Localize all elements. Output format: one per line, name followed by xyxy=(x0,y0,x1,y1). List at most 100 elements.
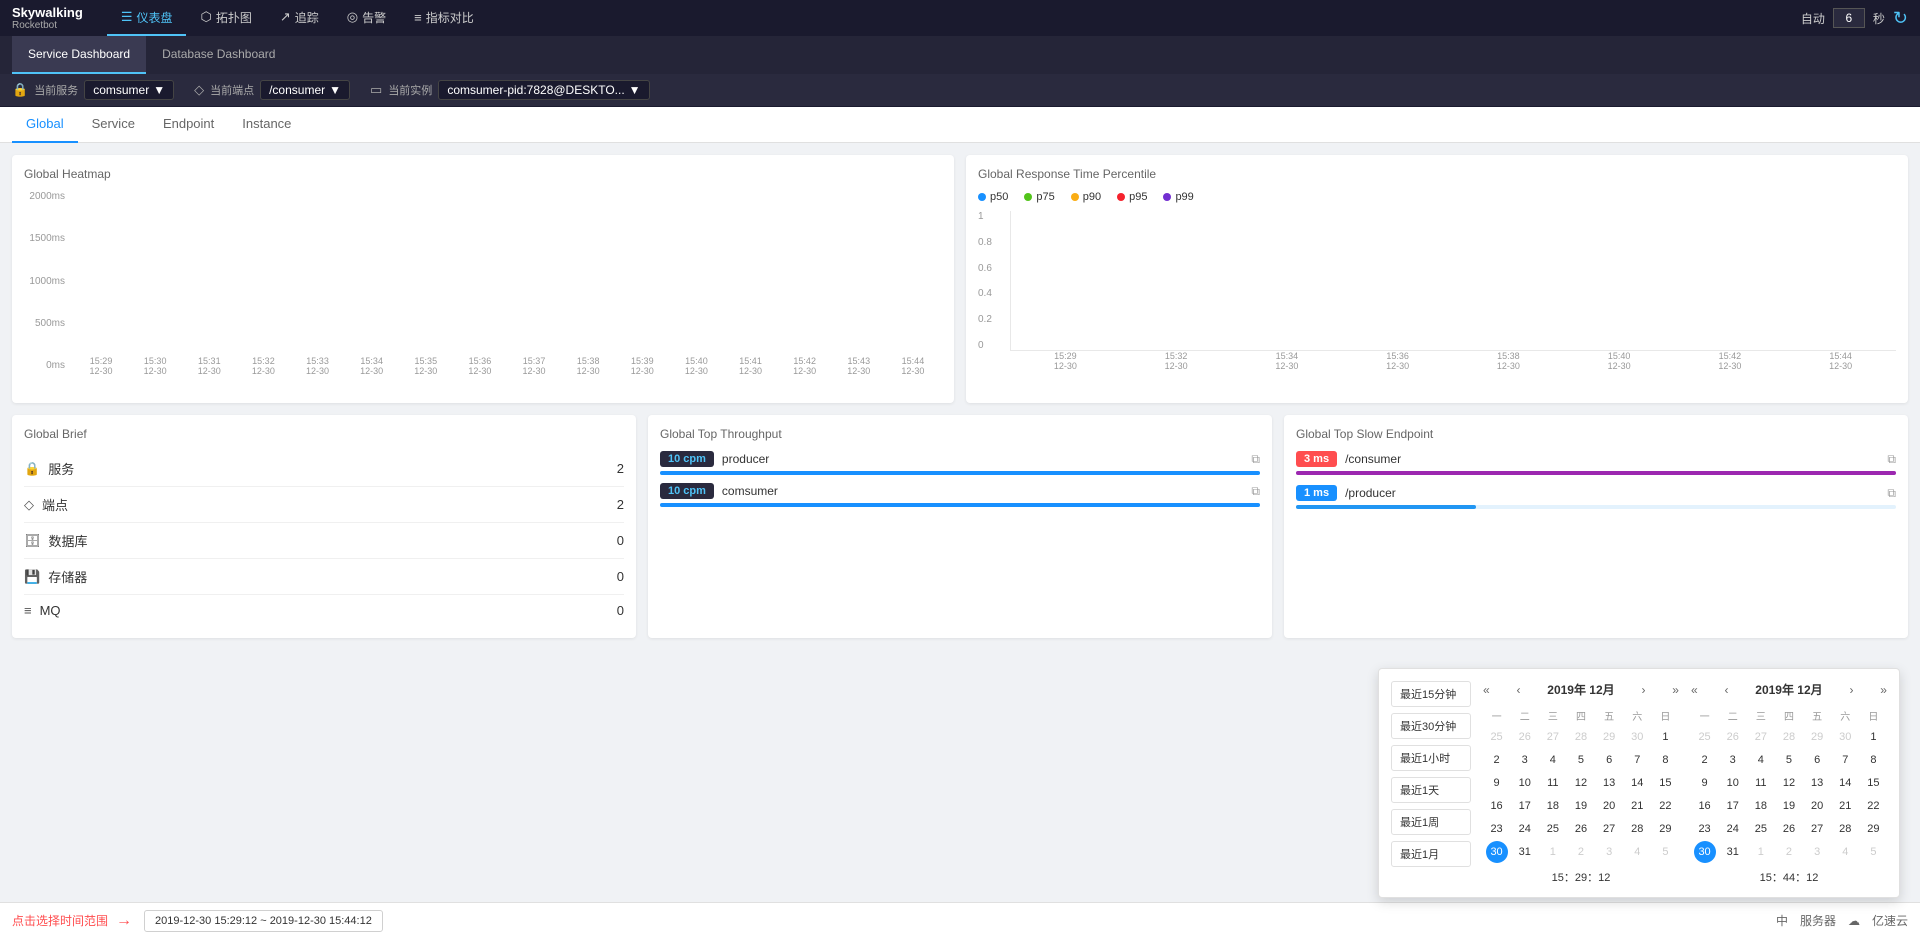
cal-day[interactable]: 1 xyxy=(1654,726,1676,748)
cal-day[interactable]: 17 xyxy=(1722,795,1744,817)
range-1day[interactable]: 最近1天 xyxy=(1391,777,1471,803)
right-cal-next-year[interactable]: » xyxy=(1880,683,1887,697)
cal-day[interactable]: 19 xyxy=(1778,795,1800,817)
cal-day[interactable]: 3 xyxy=(1722,749,1744,771)
cal-day[interactable]: 28 xyxy=(1626,818,1648,840)
cal-day[interactable]: 13 xyxy=(1598,772,1620,794)
right-cal-prev-year[interactable]: « xyxy=(1691,683,1698,697)
cal-day[interactable]: 2 xyxy=(1694,749,1716,771)
nav-item-trace[interactable]: ↗ 追踪 xyxy=(266,0,333,36)
cal-day[interactable]: 2 xyxy=(1486,749,1508,771)
cal-day[interactable]: 7 xyxy=(1834,749,1856,771)
cal-day[interactable]: 16 xyxy=(1486,795,1508,817)
nav-item-compare[interactable]: ≡ 指标对比 xyxy=(400,0,488,36)
service-selector[interactable]: comsumer ▼ xyxy=(84,80,174,100)
cal-day[interactable]: 25 xyxy=(1486,726,1508,748)
cal-day[interactable]: 14 xyxy=(1626,772,1648,794)
nav-item-dashboard[interactable]: ☰ 仪表盘 xyxy=(107,0,187,36)
cal-day[interactable]: 20 xyxy=(1806,795,1828,817)
cal-day[interactable]: 9 xyxy=(1694,772,1716,794)
cal-day[interactable]: 23 xyxy=(1486,818,1508,840)
range-30min[interactable]: 最近30分钟 xyxy=(1391,713,1471,739)
cal-day[interactable]: 28 xyxy=(1778,726,1800,748)
cal-day[interactable]: 4 xyxy=(1626,841,1648,863)
cal-day[interactable]: 20 xyxy=(1598,795,1620,817)
cal-day[interactable]: 27 xyxy=(1806,818,1828,840)
cal-day[interactable]: 25 xyxy=(1694,726,1716,748)
cal-day[interactable]: 21 xyxy=(1626,795,1648,817)
cal-day[interactable]: 10 xyxy=(1722,772,1744,794)
instance-selector[interactable]: comsumer-pid:7828@DESKTO... ▼ xyxy=(438,80,649,100)
cal-day[interactable]: 12 xyxy=(1778,772,1800,794)
cal-day[interactable]: 16 xyxy=(1694,795,1716,817)
cal-day[interactable]: 17 xyxy=(1514,795,1536,817)
cal-day[interactable]: 25 xyxy=(1750,818,1772,840)
nav-item-alert[interactable]: ◎ 告警 xyxy=(333,0,400,36)
cal-day-selected-end[interactable]: 30 xyxy=(1694,841,1716,863)
cal-day[interactable]: 7 xyxy=(1626,749,1648,771)
range-1week[interactable]: 最近1周 xyxy=(1391,809,1471,835)
copy-icon-slow-1[interactable]: ⧉ xyxy=(1887,452,1896,467)
cal-day[interactable]: 30 xyxy=(1834,726,1856,748)
cal-day[interactable]: 13 xyxy=(1806,772,1828,794)
cal-day[interactable]: 11 xyxy=(1750,772,1772,794)
cal-day[interactable]: 26 xyxy=(1778,818,1800,840)
cal-day[interactable]: 9 xyxy=(1486,772,1508,794)
tab-service[interactable]: Service xyxy=(78,107,149,143)
range-1month[interactable]: 最近1月 xyxy=(1391,841,1471,867)
cal-day[interactable]: 22 xyxy=(1654,795,1676,817)
copy-icon-2[interactable]: ⧉ xyxy=(1251,484,1260,499)
cal-day[interactable]: 2 xyxy=(1570,841,1592,863)
cal-day[interactable]: 10 xyxy=(1514,772,1536,794)
cal-day[interactable]: 21 xyxy=(1834,795,1856,817)
cal-day-selected-start[interactable]: 30 xyxy=(1486,841,1508,863)
cal-day[interactable]: 4 xyxy=(1542,749,1564,771)
cal-day[interactable]: 25 xyxy=(1542,818,1564,840)
cal-day[interactable]: 23 xyxy=(1694,818,1716,840)
cal-day[interactable]: 8 xyxy=(1654,749,1676,771)
cal-day[interactable]: 12 xyxy=(1570,772,1592,794)
cal-day[interactable]: 3 xyxy=(1598,841,1620,863)
cal-day[interactable]: 28 xyxy=(1570,726,1592,748)
cal-day[interactable]: 27 xyxy=(1750,726,1772,748)
cal-day[interactable]: 19 xyxy=(1570,795,1592,817)
cal-day[interactable]: 15 xyxy=(1654,772,1676,794)
cal-day[interactable]: 28 xyxy=(1834,818,1856,840)
cal-day[interactable]: 31 xyxy=(1514,841,1536,863)
range-1hour[interactable]: 最近1小时 xyxy=(1391,745,1471,771)
endpoint-selector[interactable]: /consumer ▼ xyxy=(260,80,350,100)
left-cal-next-month[interactable]: › xyxy=(1641,683,1645,697)
cal-day[interactable]: 14 xyxy=(1834,772,1856,794)
time-range-display[interactable]: 2019-12-30 15:29:12 ~ 2019-12-30 15:44:1… xyxy=(144,910,383,932)
cal-day[interactable]: 11 xyxy=(1542,772,1564,794)
tab-instance[interactable]: Instance xyxy=(228,107,305,143)
left-cal-prev-year[interactable]: « xyxy=(1483,683,1490,697)
cal-day[interactable]: 27 xyxy=(1542,726,1564,748)
cal-day[interactable]: 1 xyxy=(1862,726,1884,748)
cal-day[interactable]: 30 xyxy=(1626,726,1648,748)
cal-day[interactable]: 22 xyxy=(1862,795,1884,817)
cal-day[interactable]: 6 xyxy=(1806,749,1828,771)
cal-day[interactable]: 3 xyxy=(1514,749,1536,771)
cal-day[interactable]: 15 xyxy=(1862,772,1884,794)
cal-day[interactable]: 1 xyxy=(1750,841,1772,863)
cal-day[interactable]: 5 xyxy=(1862,841,1884,863)
cal-day[interactable]: 3 xyxy=(1806,841,1828,863)
cal-day[interactable]: 29 xyxy=(1598,726,1620,748)
right-cal-prev-month[interactable]: ‹ xyxy=(1724,683,1728,697)
cal-day[interactable]: 5 xyxy=(1570,749,1592,771)
cal-day[interactable]: 26 xyxy=(1514,726,1536,748)
cal-day[interactable]: 8 xyxy=(1862,749,1884,771)
cal-day[interactable]: 6 xyxy=(1598,749,1620,771)
cal-day[interactable]: 29 xyxy=(1806,726,1828,748)
cal-day[interactable]: 24 xyxy=(1722,818,1744,840)
refresh-button[interactable]: ↻ xyxy=(1893,8,1908,29)
cal-day[interactable]: 24 xyxy=(1514,818,1536,840)
cal-day[interactable]: 27 xyxy=(1598,818,1620,840)
cal-day[interactable]: 4 xyxy=(1750,749,1772,771)
tab-global[interactable]: Global xyxy=(12,107,78,143)
cal-day[interactable]: 29 xyxy=(1862,818,1884,840)
nav-item-topology[interactable]: ⬡ 拓扑图 xyxy=(186,0,265,36)
cal-day[interactable]: 26 xyxy=(1722,726,1744,748)
cal-day[interactable]: 18 xyxy=(1542,795,1564,817)
